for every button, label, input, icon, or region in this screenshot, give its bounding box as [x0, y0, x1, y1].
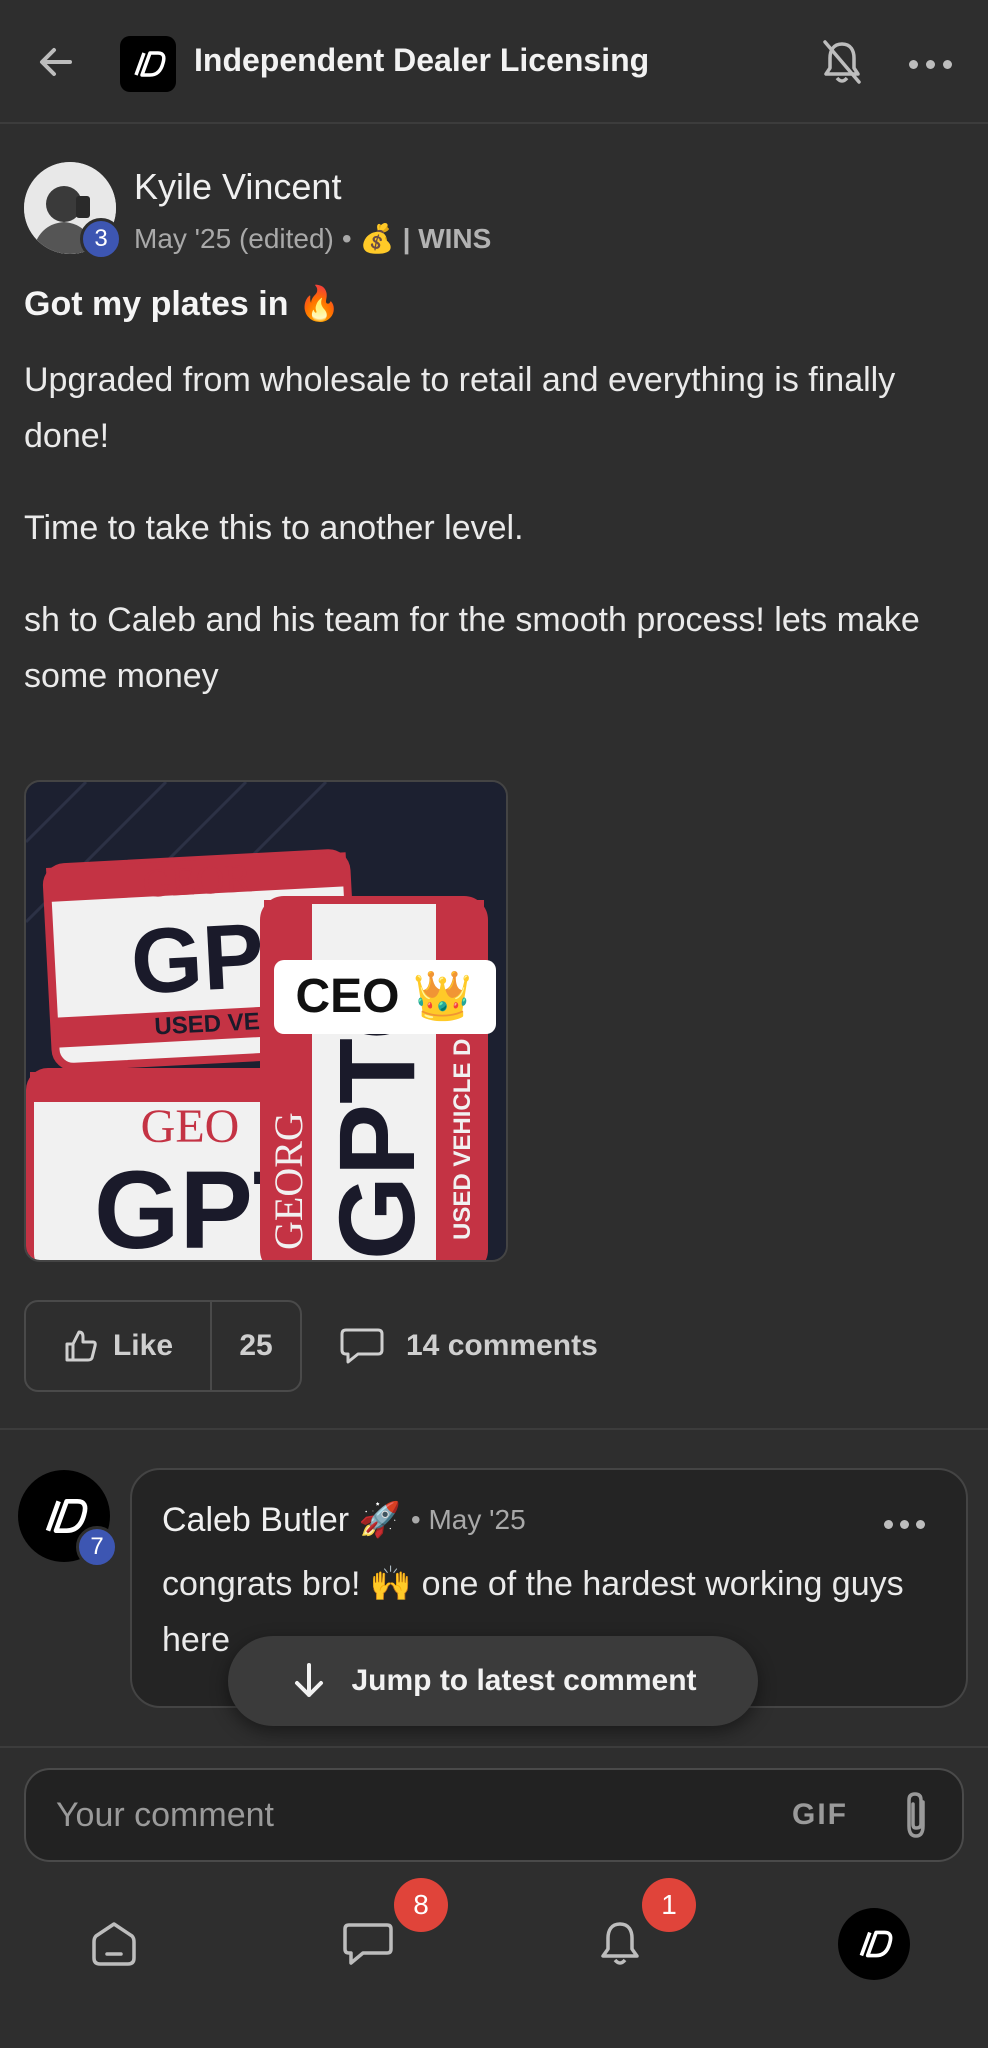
level-badge: 7	[76, 1526, 118, 1568]
group-title[interactable]: Independent Dealer Licensing	[194, 42, 649, 79]
plate-state: GEOR	[141, 855, 252, 906]
more-options-button[interactable]	[904, 44, 956, 84]
comment-bubble-icon	[340, 1328, 384, 1364]
post-title: Got my plates in 🔥	[24, 285, 341, 323]
bell-icon	[601, 1922, 639, 1965]
comment-time: • May '25	[410, 1504, 526, 1535]
mute-notifications-button[interactable]	[818, 36, 866, 88]
post-paragraph: Upgraded from wholesale to retail and ev…	[24, 361, 896, 455]
comment-header: Caleb Butler 🚀 • May '25	[162, 1500, 526, 1540]
id-logo-icon	[859, 1930, 893, 1958]
comments-link[interactable]: 14 comments	[340, 1318, 598, 1374]
svg-text:USED VEHICLE D: USED VEHICLE D	[449, 1039, 476, 1240]
dot	[908, 59, 918, 69]
id-logo-icon	[134, 51, 166, 77]
comment-options-button[interactable]	[880, 1508, 928, 1540]
group-logo[interactable]	[120, 36, 176, 92]
category-label[interactable]: | WINS	[403, 223, 492, 255]
arrow-left-icon	[40, 48, 72, 76]
dot	[899, 1519, 909, 1529]
chat-icon	[343, 1923, 393, 1965]
nav-profile[interactable]	[834, 1904, 914, 1984]
svg-text:GEORG: GEORG	[266, 1112, 311, 1250]
image-caption: CEO 👑	[295, 970, 472, 1023]
separator: •	[341, 222, 352, 254]
svg-text:GEO: GEO	[141, 1100, 240, 1153]
post-paragraph: Time to take this to another level.	[24, 509, 524, 547]
author-name[interactable]: Kyile Vincent	[134, 166, 341, 208]
profile-avatar	[838, 1908, 910, 1980]
like-control: Like 25	[24, 1300, 302, 1392]
license-plates-photo: GEOR GPT USED VEHICLE D GEO GPT GEORG GP…	[26, 782, 506, 1260]
back-button[interactable]	[34, 40, 78, 84]
like-count[interactable]: 25	[212, 1302, 300, 1390]
comment-input[interactable]	[56, 1770, 756, 1860]
divider	[0, 1428, 988, 1430]
dot	[915, 1519, 925, 1529]
post-meta: May '25 (edited) • 💰 | WINS	[134, 222, 491, 255]
notifications-badge: 1	[642, 1878, 696, 1932]
nav-home[interactable]	[74, 1904, 154, 1984]
dot	[883, 1519, 893, 1529]
dot	[925, 59, 935, 69]
commenter-name[interactable]: Caleb Butler 🚀	[162, 1500, 401, 1540]
comments-count-label: 14 comments	[406, 1329, 598, 1362]
bell-off-icon	[823, 40, 861, 84]
home-icon	[92, 1922, 136, 1966]
attach-button[interactable]	[892, 1788, 940, 1842]
money-bag-icon: 💰	[359, 223, 395, 254]
chat-badge: 8	[394, 1878, 448, 1932]
level-badge: 3	[80, 218, 122, 260]
jump-to-latest-button[interactable]: Jump to latest comment	[228, 1636, 758, 1726]
gif-button[interactable]: GIF	[792, 1792, 848, 1838]
post-paragraph: sh to Caleb and his team for the smooth …	[24, 601, 920, 695]
arrow-down-icon	[295, 1663, 324, 1697]
like-label: Like	[112, 1329, 174, 1362]
jump-label: Jump to latest comment	[351, 1664, 697, 1697]
paperclip-icon	[907, 1792, 925, 1838]
post-image[interactable]: GEOR GPT USED VEHICLE D GEO GPT GEORG GP…	[24, 780, 508, 1262]
dot	[942, 59, 952, 69]
like-button[interactable]: Like	[26, 1302, 212, 1390]
post-date: May '25 (edited)	[134, 222, 334, 254]
thumbs-up-icon	[65, 1330, 97, 1362]
